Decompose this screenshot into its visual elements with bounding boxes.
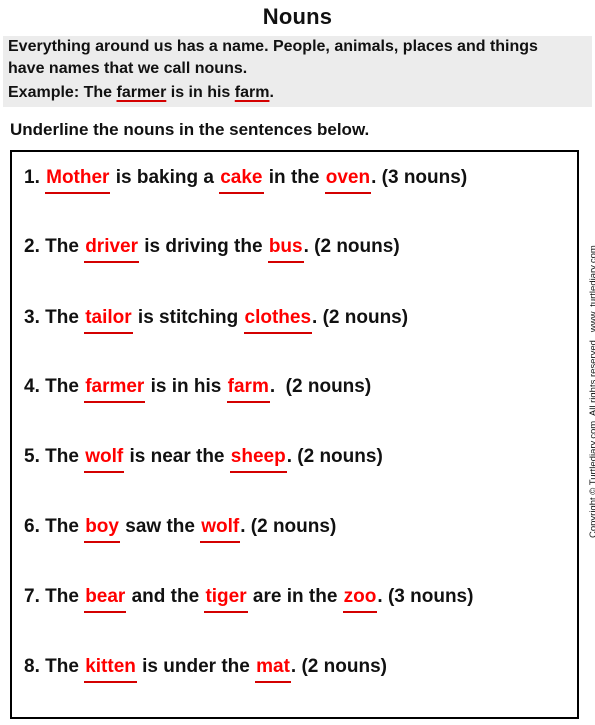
sentence-text: . (3 nouns) <box>377 586 474 607</box>
noun-word[interactable]: tailor <box>84 308 133 334</box>
copyright-notice: Copyright © Turtlediary.com. All rights … <box>588 245 595 538</box>
sentence-text: . (2 nouns) <box>240 516 337 537</box>
example-line: Example: The farmer is in his farm. <box>8 84 274 102</box>
sentence-text: 8. The <box>24 656 85 677</box>
sentence-row: 5. The wolf is near the sheep. (2 nouns) <box>24 446 383 473</box>
noun-word[interactable]: bear <box>84 587 127 613</box>
sentence-text: 3. The <box>24 307 85 328</box>
sentence-row: 2. The driver is driving the bus. (2 nou… <box>24 236 400 263</box>
sentence-text: and the <box>126 586 205 607</box>
example-noun: farm <box>234 84 270 101</box>
instruction-text: Underline the nouns in the sentences bel… <box>10 120 370 139</box>
sentence-text: . (2 nouns) <box>312 307 409 328</box>
sentence-row: 1. Mother is baking a cake in the oven. … <box>24 167 467 194</box>
sentence-text: . (2 nouns) <box>303 236 400 257</box>
example-noun: farmer <box>116 84 167 101</box>
noun-word[interactable]: sheep <box>229 447 287 473</box>
example-middle: is in his <box>166 84 235 101</box>
example-prefix: Example: The <box>8 84 117 101</box>
intro-line-1: Everything around us has a name. People,… <box>8 38 538 55</box>
sentence-text: 2. The <box>24 236 85 257</box>
sentence-text: is stitching <box>132 307 244 328</box>
sentence-text: is in his <box>145 376 227 397</box>
sentence-text: is driving the <box>139 236 268 257</box>
sentence-text: . (2 nouns) <box>269 376 372 397</box>
noun-word[interactable]: bus <box>267 237 304 263</box>
noun-word[interactable]: boy <box>84 517 120 543</box>
noun-word[interactable]: Mother <box>45 168 111 194</box>
noun-word[interactable]: kitten <box>84 657 137 683</box>
sentence-row: 6. The boy saw the wolf. (2 nouns) <box>24 516 336 543</box>
noun-word[interactable]: mat <box>255 657 291 683</box>
sentence-text: . (3 nouns) <box>371 167 468 188</box>
noun-word[interactable]: tiger <box>204 587 248 613</box>
noun-word[interactable]: farmer <box>84 377 146 403</box>
sentence-text: 5. The <box>24 446 85 467</box>
sentence-text: . (2 nouns) <box>286 446 383 467</box>
sentence-row: 4. The farmer is in his farm. (2 nouns) <box>24 376 371 403</box>
sentence-text: 6. The <box>24 516 85 537</box>
noun-word[interactable]: cake <box>219 168 264 194</box>
exercise-box: 1. Mother is baking a cake in the oven. … <box>10 150 579 719</box>
sentence-text: saw the <box>119 516 201 537</box>
sentence-text: 1. <box>24 167 46 188</box>
noun-word[interactable]: driver <box>84 237 139 263</box>
sentence-row: 7. The bear and the tiger are in the zoo… <box>24 586 473 613</box>
noun-word[interactable]: clothes <box>243 308 313 334</box>
intro-panel: Everything around us has a name. People,… <box>3 36 592 107</box>
noun-word[interactable]: farm <box>226 377 270 403</box>
sentence-text: in the <box>263 167 325 188</box>
worksheet-title: Nouns <box>262 4 333 29</box>
noun-word[interactable]: zoo <box>342 587 378 613</box>
sentence-row: 3. The tailor is stitching clothes. (2 n… <box>24 307 408 334</box>
noun-word[interactable]: wolf <box>200 517 241 543</box>
sentence-text: 7. The <box>24 586 85 607</box>
noun-word[interactable]: oven <box>324 168 372 194</box>
sentence-text: are in the <box>247 586 343 607</box>
sentence-text: is baking a <box>110 167 220 188</box>
sentence-text: . (2 nouns) <box>290 656 387 677</box>
sentence-text: 4. The <box>24 376 85 397</box>
noun-word[interactable]: wolf <box>84 447 125 473</box>
example-suffix: . <box>269 84 274 101</box>
sentence-text: is near the <box>124 446 230 467</box>
sentence-text: is under the <box>136 656 256 677</box>
intro-line-2: have names that we call nouns. <box>8 60 248 77</box>
sentence-row: 8. The kitten is under the mat. (2 nouns… <box>24 656 387 683</box>
